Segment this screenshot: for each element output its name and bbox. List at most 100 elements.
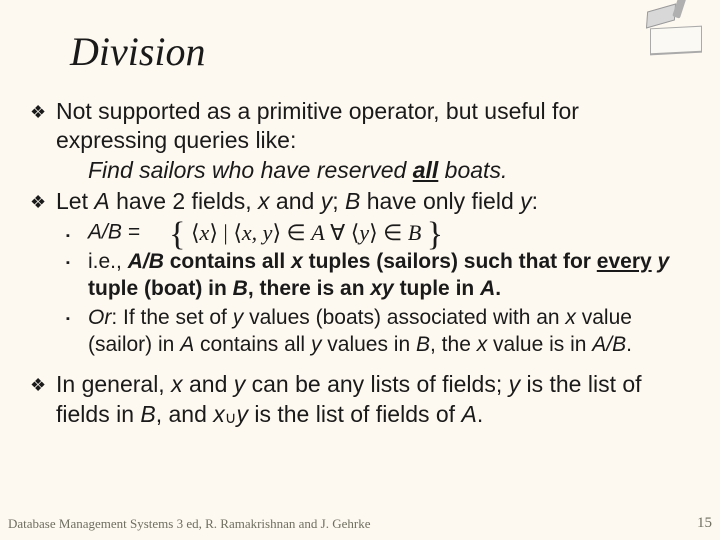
var: x [565,306,576,329]
slide-content: ❖ Not supported as a primitive operator,… [28,97,692,429]
subbullet-marker: ▪ [66,222,88,243]
text: , and [156,401,214,427]
bullet-3: ❖ In general, x and y can be any lists o… [30,370,692,429]
bullet-marker: ❖ [30,97,56,185]
footer: Database Management Systems 3 ed, R. Ram… [8,516,712,532]
bullet-body: Let A have 2 fields, x and y; B have onl… [56,187,692,216]
text: : [532,188,538,214]
text: tuple (boat) in [88,277,233,300]
subbullet-3: ▪ Or: If the set of y values (boats) ass… [66,305,692,359]
subbullet-1: ▪ A/B = { ⟨x⟩ | ⟨x, y⟩ ∈ A ∀ ⟨y⟩ ∈ B } [66,219,692,247]
text: In general, [56,371,171,397]
var: x [291,250,303,273]
var: B [233,277,248,300]
text: Or [88,306,111,329]
var: x [477,333,488,356]
union-symbol: ∪ [225,410,237,427]
text: and [270,188,321,214]
keyword-every: every [597,250,652,273]
text: and [183,371,234,397]
var: y [311,333,322,356]
text: contains all [164,250,291,273]
page-number: 15 [697,515,712,532]
keyword-all: all [413,157,439,183]
subbullet-marker: ▪ [66,249,88,303]
var: A [480,277,495,300]
text: values (boats) associated with an [243,306,565,329]
var: y [520,188,532,214]
var: A [461,401,476,427]
division-label: A/B = [88,220,146,243]
var: x [200,220,210,245]
text: Let [56,188,94,214]
var: y [509,371,521,397]
var: B [408,220,421,245]
var: y [321,188,333,214]
var: y [234,371,246,397]
bullet-body: In general, x and y can be any lists of … [56,370,692,429]
bullet-body: Not supported as a primitive operator, b… [56,97,692,185]
text: , there is an [248,277,371,300]
text: boats. [438,157,507,183]
brick-trowel-graphic [618,0,702,56]
var: y [359,220,369,245]
var: A [180,333,194,356]
subbullet-body: A/B = { ⟨x⟩ | ⟨x, y⟩ ∈ A ∀ ⟨y⟩ ∈ B } [88,219,692,247]
element-of: ∈ [383,220,408,245]
text: . [626,333,632,356]
var: x [171,371,183,397]
text: Not supported as a primitive operator, b… [56,98,579,153]
slide: Division ❖ Not supported as a primitive … [0,0,720,540]
var: x, y [242,220,273,245]
var: B [416,333,430,356]
set-builder-formula: { ⟨x⟩ | ⟨x, y⟩ ∈ A ∀ ⟨y⟩ ∈ B } [169,219,443,247]
text: Find sailors who have reserved [88,157,413,183]
var: B [140,401,155,427]
text: ; [332,188,345,214]
text: tuple in [394,277,480,300]
angle: ⟩ [272,220,281,245]
subbullet-body: i.e., A/B contains all x tuples (sailors… [88,249,692,303]
var: A/B [592,333,626,356]
var: x [258,188,270,214]
subbullet-marker: ▪ [66,305,88,359]
var: x [213,401,225,427]
slide-title: Division [70,28,692,75]
text: i.e., [88,250,128,273]
text: : If the set of [111,306,232,329]
var: y [658,250,670,273]
text: is the list of fields of [248,401,461,427]
var: A/B [128,250,164,273]
forall: ∀ [330,220,351,245]
text: contains all [194,333,311,356]
text: . [477,401,483,427]
bullet-marker: ❖ [30,187,56,216]
var: A [94,188,109,214]
var: y [233,306,244,329]
text: values in [321,333,416,356]
angle: ⟨ [191,220,200,245]
angle: ⟩ [369,220,378,245]
text: tuples (sailors) such that for [303,250,597,273]
text: . [495,277,501,300]
text: have only field [360,188,520,214]
var: B [345,188,360,214]
brace-close: } [427,225,443,245]
var: xy [370,277,393,300]
bullet-2: ❖ Let A have 2 fields, x and y; B have o… [30,187,692,216]
such-that: | [223,220,233,245]
text: value is in [487,333,592,356]
text: , the [430,333,477,356]
element-of: ∈ [287,220,312,245]
text: can be any lists of fields; [245,371,508,397]
footer-text: Database Management Systems 3 ed, R. Ram… [8,516,370,531]
bullet-1: ❖ Not supported as a primitive operator,… [30,97,692,185]
angle: ⟨ [233,220,242,245]
bullet-marker: ❖ [30,370,56,429]
angle: ⟩ [209,220,218,245]
text: have 2 fields, [110,188,258,214]
var: A [311,220,324,245]
var: y [236,401,248,427]
subbullet-2: ▪ i.e., A/B contains all x tuples (sailo… [66,249,692,303]
subbullet-body: Or: If the set of y values (boats) assoc… [88,305,692,359]
